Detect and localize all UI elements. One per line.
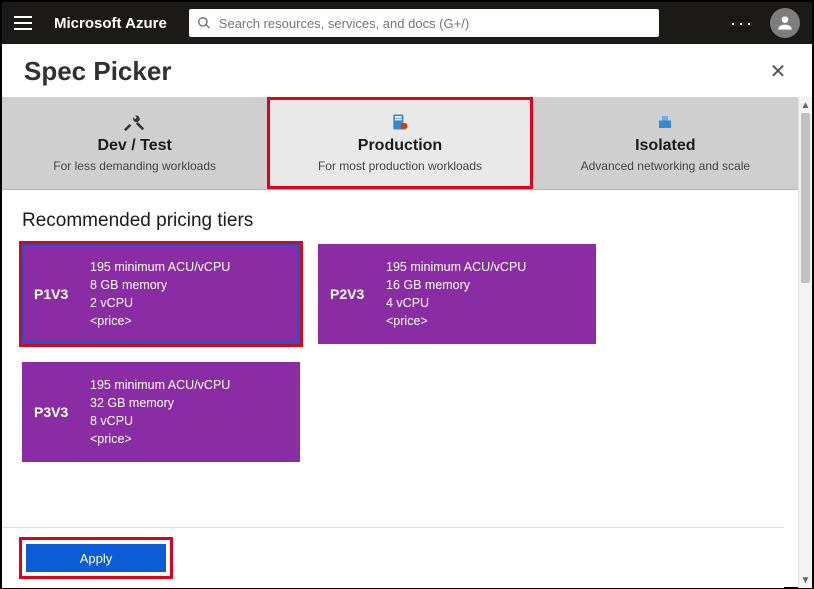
tab-subtitle: For most production workloads: [275, 159, 524, 173]
apply-button[interactable]: Apply: [26, 544, 166, 572]
blade-header: Spec Picker ✕: [2, 44, 812, 97]
pricing-tier-p2v3[interactable]: P2V3 195 minimum ACU/vCPU 16 GB memory 4…: [318, 244, 596, 344]
vertical-scrollbar[interactable]: ▲ ▼: [798, 97, 812, 588]
more-menu-button[interactable]: ···: [730, 13, 754, 34]
tier-price: <price>: [90, 312, 230, 330]
tab-subtitle: For less demanding workloads: [10, 159, 259, 173]
tier-sku: P1V3: [34, 286, 90, 302]
tab-isolated[interactable]: Isolated Advanced networking and scale: [533, 97, 798, 189]
person-icon: [775, 13, 795, 33]
tier-memory: 8 GB memory: [90, 276, 230, 294]
close-button[interactable]: ✕: [766, 59, 790, 84]
footer-bar: Apply: [2, 527, 784, 588]
search-icon: [197, 16, 211, 30]
global-search[interactable]: [189, 9, 659, 37]
scroll-down-button[interactable]: ▼: [799, 572, 812, 588]
tab-dev-test[interactable]: Dev / Test For less demanding workloads: [2, 97, 267, 189]
tab-title: Production: [275, 137, 524, 155]
recommended-section: Recommended pricing tiers P1V3 195 minim…: [2, 190, 798, 462]
pricing-tier-p1v3[interactable]: P1V3 195 minimum ACU/vCPU 8 GB memory 2 …: [22, 244, 300, 344]
tier-vcpu: 2 vCPU: [90, 294, 230, 312]
tier-specs: 195 minimum ACU/vCPU 8 GB memory 2 vCPU …: [90, 258, 230, 331]
blade-title: Spec Picker: [24, 56, 171, 87]
tier-vcpu: 4 vCPU: [386, 294, 526, 312]
tier-price: <price>: [90, 430, 230, 448]
apply-highlight: Apply: [22, 540, 170, 576]
section-heading: Recommended pricing tiers: [22, 210, 778, 232]
tier-acu: 195 minimum ACU/vCPU: [90, 376, 230, 394]
user-avatar[interactable]: [770, 8, 800, 38]
tools-icon: [10, 111, 259, 133]
tier-price: <price>: [386, 312, 526, 330]
tab-title: Isolated: [541, 137, 790, 155]
pricing-tier-p3v3[interactable]: P3V3 195 minimum ACU/vCPU 32 GB memory 8…: [22, 362, 300, 462]
hamburger-menu-button[interactable]: [14, 11, 38, 35]
box-icon: [541, 111, 790, 133]
tier-acu: 195 minimum ACU/vCPU: [386, 258, 526, 276]
tier-specs: 195 minimum ACU/vCPU 16 GB memory 4 vCPU…: [386, 258, 526, 331]
scroll-thumb[interactable]: [801, 113, 810, 283]
global-search-input[interactable]: [219, 16, 651, 31]
tier-vcpu: 8 vCPU: [90, 412, 230, 430]
pricing-tier-grid: P1V3 195 minimum ACU/vCPU 8 GB memory 2 …: [22, 244, 778, 462]
workload-tabs: Dev / Test For less demanding workloads …: [2, 97, 798, 190]
server-icon: [275, 111, 524, 133]
tier-sku: P3V3: [34, 404, 90, 420]
tier-sku: P2V3: [330, 286, 386, 302]
tier-memory: 16 GB memory: [386, 276, 526, 294]
scroll-track[interactable]: [799, 113, 812, 572]
tab-production[interactable]: Production For most production workloads: [267, 97, 532, 189]
global-header: Microsoft Azure ···: [2, 2, 812, 44]
tier-acu: 195 minimum ACU/vCPU: [90, 258, 230, 276]
tab-title: Dev / Test: [10, 137, 259, 155]
tier-memory: 32 GB memory: [90, 394, 230, 412]
tab-subtitle: Advanced networking and scale: [541, 159, 790, 173]
scroll-up-button[interactable]: ▲: [799, 97, 812, 113]
brand-label: Microsoft Azure: [54, 15, 167, 32]
tier-specs: 195 minimum ACU/vCPU 32 GB memory 8 vCPU…: [90, 376, 230, 449]
